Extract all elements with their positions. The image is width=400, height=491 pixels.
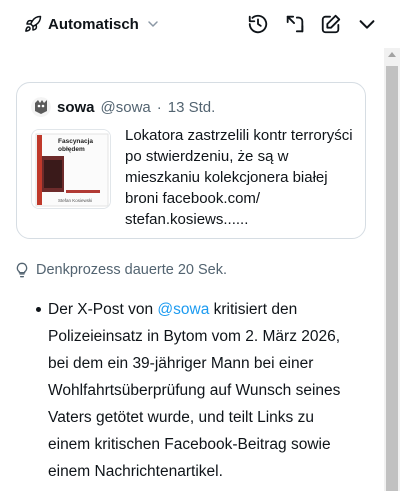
quoted-post-text: Lokatora zastrzelili kontr terroryści po…	[125, 127, 353, 228]
rocket-icon	[25, 15, 42, 32]
thinking-label: Denkprozess dauerte 20 Sek.	[36, 262, 228, 278]
scroll-up-arrow-icon[interactable]	[388, 52, 396, 57]
mode-label: Automatisch	[48, 15, 139, 33]
post-thumbnail[interactable]: Fascynacja obłędem Stefan Kosiewski	[31, 129, 111, 209]
answer-paragraph: Der X-Post von @sowa kritisiert den Poli…	[48, 296, 350, 485]
answer-prefix: Der X-Post von	[48, 301, 158, 318]
mode-selector[interactable]: Automatisch	[24, 11, 161, 37]
chevron-down-icon	[148, 21, 158, 27]
collapse-chevron-icon[interactable]	[355, 12, 379, 36]
thumbnail-title: Fascynacja obłędem	[58, 138, 94, 153]
quoted-post-card[interactable]: sowa @sowa · 13 Std. Fascynacja obłędem …	[16, 82, 366, 239]
author-handle[interactable]: @sowa	[101, 99, 151, 116]
scroll-thumb[interactable]	[386, 66, 398, 491]
thumbnail-author: Stefan Kosiewski	[58, 198, 93, 203]
avatar[interactable]	[31, 97, 51, 117]
answer-block: Der X-Post von @sowa kritisiert den Poli…	[32, 296, 350, 485]
thinking-status[interactable]: Denkprozess dauerte 20 Sek.	[14, 262, 227, 278]
bullet-icon	[36, 307, 41, 312]
top-bar: Automatisch	[0, 0, 400, 48]
edit-icon[interactable]	[319, 12, 343, 36]
scrollbar[interactable]	[384, 48, 400, 491]
meta-separator: ·	[156, 98, 162, 116]
expand-icon[interactable]	[283, 12, 307, 36]
answer-body: kritisiert den Polizeieinsatz in Bytom v…	[48, 301, 341, 480]
quoted-post-header: sowa @sowa · 13 Std.	[31, 97, 215, 117]
history-icon[interactable]	[246, 12, 270, 36]
lightbulb-icon	[16, 262, 28, 278]
author-name[interactable]: sowa	[57, 99, 95, 116]
post-time[interactable]: 13 Std.	[168, 99, 216, 116]
mention-link[interactable]: @sowa	[157, 301, 209, 318]
